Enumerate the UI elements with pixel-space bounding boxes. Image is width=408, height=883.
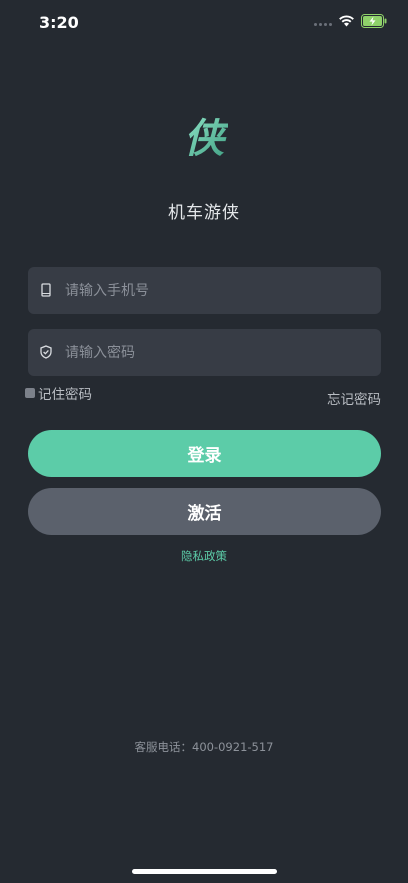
cellular-signal-icon (314, 23, 332, 26)
customer-service-hotline: 客服电话：400-0921-517 (134, 740, 274, 754)
login-button[interactable]: 登录 (28, 430, 381, 477)
phone-field[interactable] (28, 267, 381, 314)
battery-charging-icon (361, 14, 387, 28)
checkbox-icon[interactable] (25, 388, 35, 398)
wifi-icon (339, 15, 354, 27)
remember-password-checkbox[interactable]: 记住密码 (25, 383, 92, 403)
app-logo-glyph: 侠 (184, 116, 228, 160)
home-indicator (132, 869, 277, 874)
privacy-policy-link[interactable]: 隐私政策 (0, 548, 408, 564)
password-field[interactable] (28, 329, 381, 376)
status-bar: 3:20 (0, 0, 408, 44)
password-input[interactable] (65, 329, 365, 376)
status-time: 3:20 (39, 13, 79, 32)
shield-check-icon (40, 345, 52, 359)
app-logo: 侠 (184, 116, 228, 160)
app-name: 机车游侠 (168, 203, 240, 223)
forgot-password-link[interactable]: 忘记密码 (327, 388, 381, 408)
activate-button[interactable]: 激活 (28, 488, 381, 535)
remember-password-label: 记住密码 (38, 387, 92, 403)
phone-input[interactable] (65, 267, 365, 314)
phone-icon (41, 283, 51, 297)
